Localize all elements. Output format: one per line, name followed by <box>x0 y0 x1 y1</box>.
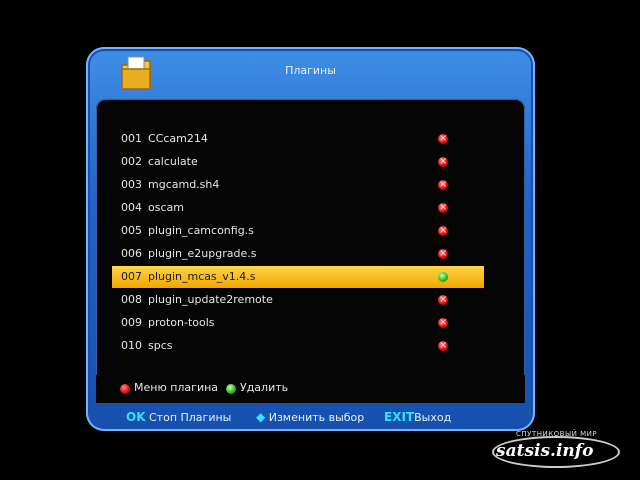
legend-green-label: Удалить <box>240 381 289 394</box>
plugin-row[interactable]: 010 spcs <box>112 335 482 357</box>
exit-key-label: EXIT <box>384 410 415 424</box>
legend-red-label: Меню плагина <box>134 381 219 394</box>
plugin-name: plugin_camconfig.s <box>148 224 254 237</box>
window-title: Плагины <box>285 64 336 77</box>
plugin-name: calculate <box>148 155 198 168</box>
navigate-label: Изменить выбор <box>268 411 365 424</box>
plugin-name: mgcamd.sh4 <box>148 178 220 191</box>
plugin-name: CCcam214 <box>148 132 208 145</box>
red-status-icon <box>438 289 448 311</box>
plugin-number: 001 <box>121 132 142 145</box>
plugin-number: 007 <box>121 270 142 283</box>
plugin-row[interactable]: 003 mgcamd.sh4 <box>112 174 482 196</box>
plugin-row[interactable]: 004 oscam <box>112 197 482 219</box>
exit-button[interactable]: EXITВыход <box>384 410 451 424</box>
plugin-number: 008 <box>121 293 142 306</box>
plugin-number: 006 <box>121 247 142 260</box>
plugin-row[interactable]: 007 plugin_mcas_v1.4.s <box>112 266 484 288</box>
plugin-number: 009 <box>121 316 142 329</box>
plugin-name: plugin_update2remote <box>148 293 273 306</box>
plugin-number: 010 <box>121 339 142 352</box>
watermark-main-text: satsis.info <box>496 441 594 461</box>
plugin-row[interactable]: 008 plugin_update2remote <box>112 289 482 311</box>
plugin-name: plugin_e2upgrade.s <box>148 247 257 260</box>
plugin-row[interactable]: 005 plugin_camconfig.s <box>112 220 482 242</box>
red-status-icon <box>438 128 448 150</box>
ok-button[interactable]: OK Стоп Плагины <box>126 410 231 424</box>
watermark-top-text: СПУТНИКОВЫЙ МИР <box>516 430 598 438</box>
updown-arrow-icon: ◆ <box>256 410 266 424</box>
ok-key-label: OK <box>126 410 146 424</box>
plugin-name: spcs <box>148 339 173 352</box>
plugin-number: 003 <box>121 178 142 191</box>
plugin-name: proton-tools <box>148 316 215 329</box>
plugins-window: Плагины 001 CCcam214 002 calculate 003 mgcamd… <box>86 47 535 431</box>
red-status-icon <box>438 243 448 265</box>
window-header: Плагины <box>86 47 535 99</box>
plugin-name: oscam <box>148 201 184 214</box>
red-status-icon <box>438 312 448 334</box>
plugin-row[interactable]: 002 calculate <box>112 151 482 173</box>
red-status-icon <box>438 174 448 196</box>
plugin-name: plugin_mcas_v1.4.s <box>148 270 256 283</box>
ok-action-label: Стоп Плагины <box>149 411 232 424</box>
footer-bar: OK Стоп Плагины ◆ Изменить выбор EXITВых… <box>86 405 535 429</box>
navigate-button[interactable]: ◆ Изменить выбор <box>256 410 364 424</box>
red-key-icon <box>120 384 130 394</box>
red-status-icon <box>438 197 448 219</box>
exit-action-label: Выход <box>414 411 452 424</box>
green-key-icon <box>226 384 236 394</box>
plugin-list-panel: 001 CCcam214 002 calculate 003 mgcamd.sh4 004 o… <box>96 99 525 403</box>
plugin-row[interactable]: 009 proton-tools <box>112 312 482 334</box>
plugin-number: 002 <box>121 155 142 168</box>
green-status-icon <box>438 272 448 282</box>
plugin-row[interactable]: 006 plugin_e2upgrade.s <box>112 243 482 265</box>
red-status-icon <box>438 220 448 242</box>
legend-bar: Меню плагина Удалить <box>96 375 525 403</box>
plugin-number: 004 <box>121 201 142 214</box>
plugin-row[interactable]: 001 CCcam214 <box>112 128 482 150</box>
watermark-logo: СПУТНИКОВЫЙ МИР satsis.info <box>492 428 620 472</box>
red-status-icon <box>438 151 448 173</box>
plugin-number: 005 <box>121 224 142 237</box>
red-status-icon <box>438 335 448 357</box>
